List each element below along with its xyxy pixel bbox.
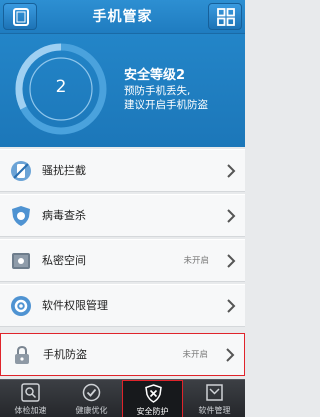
chevron-right-icon [227, 164, 236, 178]
shield-x-icon [145, 384, 162, 403]
inbox-icon [206, 384, 223, 401]
security-hint[interactable]: 预防手机丢失, 建议开启手机防盗 [124, 84, 208, 112]
tab-app-management[interactable]: 软件管理 [184, 380, 245, 417]
menu-item-status: 未开启 [183, 256, 209, 266]
grid-icon [217, 8, 235, 26]
menu-item-app-permissions[interactable]: 软件权限管理 [0, 284, 245, 327]
menu-item-status: 未开启 [182, 350, 208, 360]
grid-menu-button[interactable] [208, 3, 242, 30]
security-status-panel: 2 安全等级2 预防手机丢失, 建议开启手机防盗 [0, 34, 245, 147]
hint-line-1: 预防手机丢失, [124, 85, 191, 97]
safe-box-icon [12, 253, 30, 269]
security-level-number: 2 [55, 77, 67, 97]
tab-label: 健康优化 [75, 406, 108, 415]
title-bar: 手机管家 [0, 0, 245, 34]
chevron-right-icon [227, 209, 236, 223]
menu-item-private-space[interactable]: 私密空间 未开启 [0, 239, 245, 282]
tab-label: 安全防护 [136, 407, 169, 416]
security-level-title: 安全等级2 [124, 68, 186, 83]
bottom-navigation: 体检加速 健康优化 安全防护 软件管理 [0, 379, 245, 417]
menu-item-label: 骚扰拦截 [42, 164, 86, 177]
menu-item-harassment-block[interactable]: 骚扰拦截 [0, 149, 245, 192]
menu-item-label: 软件权限管理 [42, 299, 108, 312]
chevron-right-icon [227, 299, 236, 313]
menu-item-label: 病毒查杀 [42, 209, 86, 222]
tab-checkup-speedup[interactable]: 体检加速 [0, 380, 61, 417]
menu-item-label: 私密空间 [42, 254, 86, 267]
phone-block-icon [11, 161, 31, 181]
magnify-scan-icon [21, 383, 40, 402]
menu-item-virus-scan[interactable]: 病毒查杀 [0, 194, 245, 237]
gear-icon [11, 296, 31, 316]
lock-icon [15, 345, 29, 364]
tab-security-protection[interactable]: 安全防护 [122, 380, 183, 417]
tab-health-optimize[interactable]: 健康优化 [61, 380, 122, 417]
chevron-right-icon [226, 348, 235, 362]
menu-item-label: 手机防盗 [43, 348, 87, 361]
shield-icon [12, 206, 30, 226]
tab-label: 软件管理 [198, 406, 231, 415]
tab-label: 体检加速 [14, 406, 47, 415]
menu-item-anti-theft[interactable]: 手机防盗 未开启 [0, 333, 245, 376]
chevron-right-icon [227, 254, 236, 268]
check-circle-icon [82, 383, 101, 402]
hint-line-2: 建议开启手机防盗 [124, 99, 208, 111]
